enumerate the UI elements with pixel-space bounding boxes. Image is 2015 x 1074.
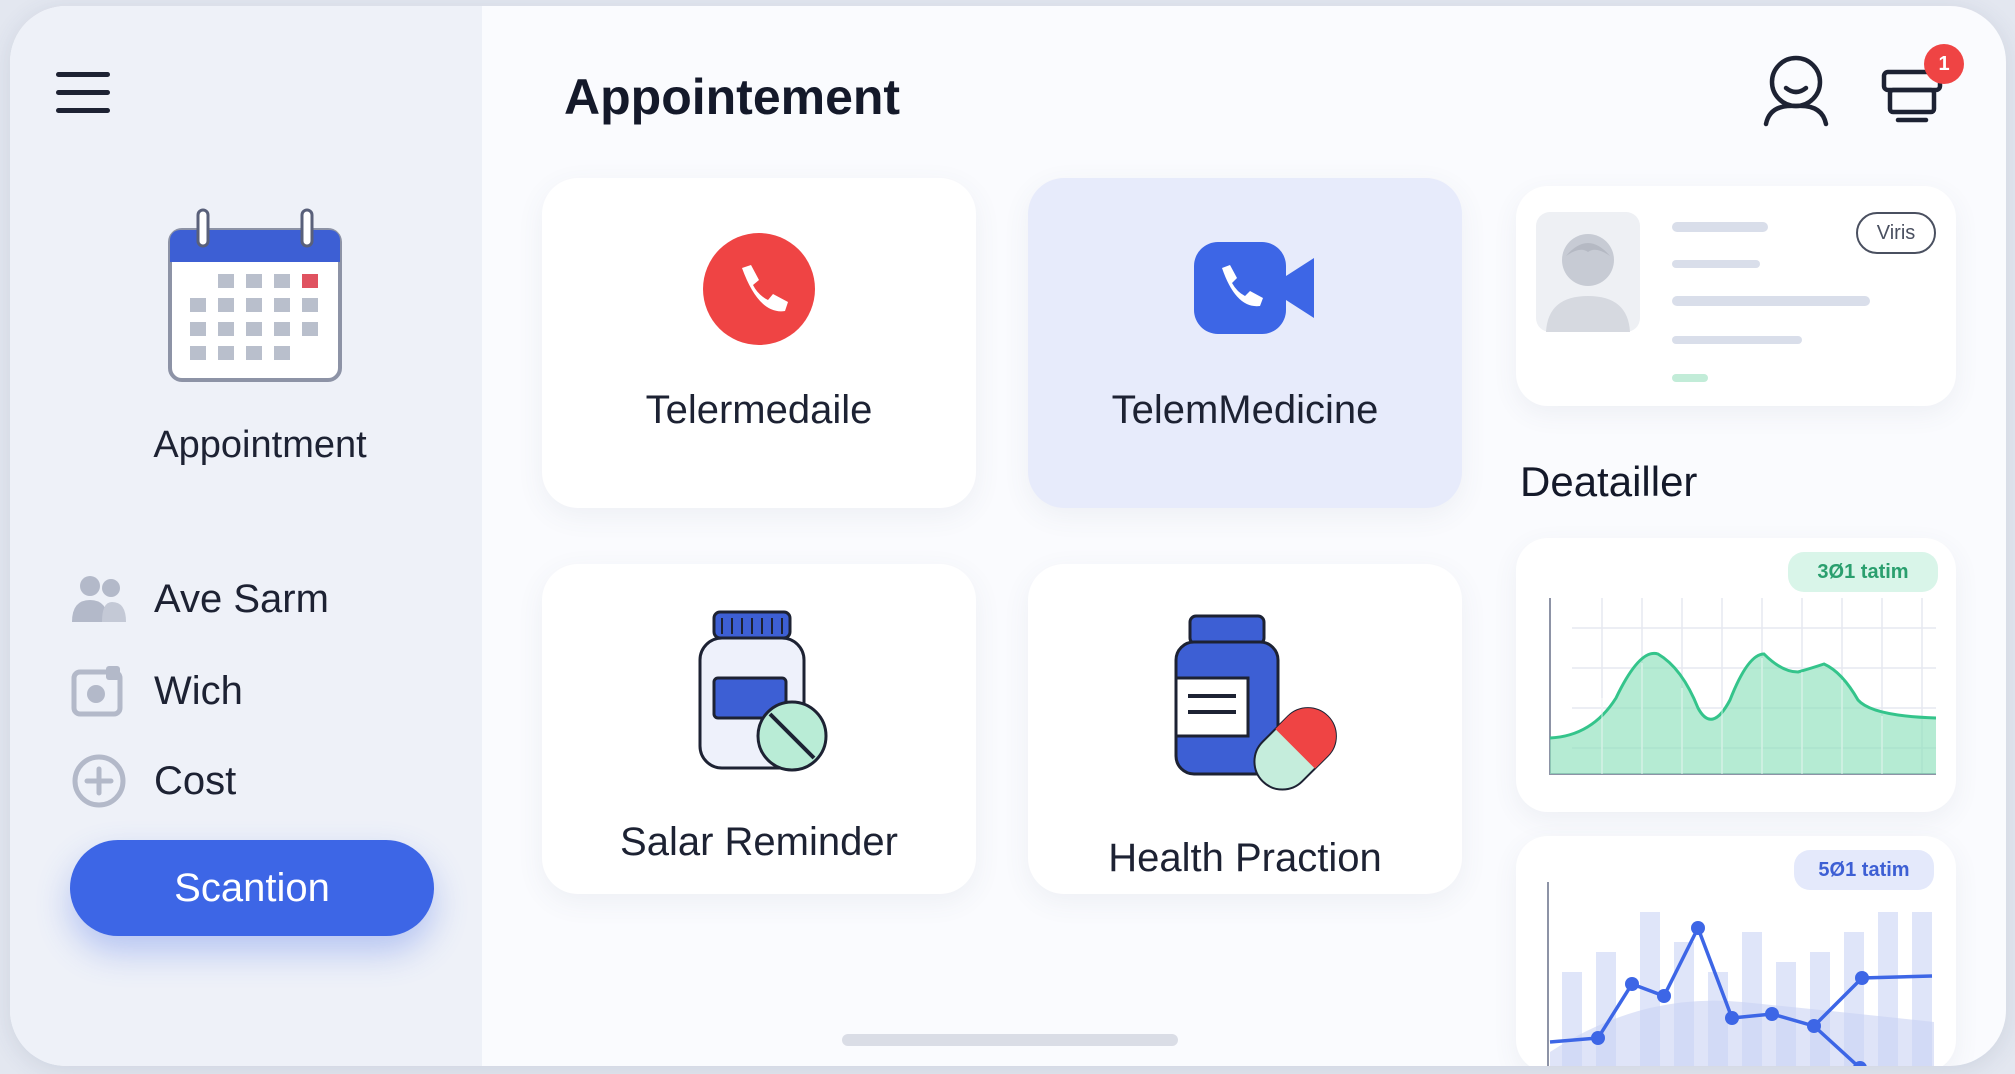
sidebar: Appointment Ave Sarm Wich Cost Scantion (10, 6, 482, 1066)
scantion-button[interactable]: Scantion (70, 840, 434, 936)
sidebar-item-ave-sarm[interactable]: Ave Sarm (70, 570, 329, 628)
sidebar-item-label: Ave Sarm (154, 576, 329, 621)
line-chart-card: 5Ø1 tatim (1516, 836, 1956, 1066)
page-title: Appointement (564, 69, 901, 125)
tile-label: Telermedaile (645, 388, 873, 432)
sidebar-item-cost[interactable]: Cost (70, 752, 236, 810)
tile-label: TelemMedicine (1111, 388, 1379, 432)
status-pill[interactable]: Viris (1856, 212, 1936, 254)
area-chart (1549, 598, 1936, 775)
tile-telermedaile[interactable]: Telermedaile (542, 178, 976, 508)
profile-card[interactable]: Viris (1516, 186, 1956, 406)
area-chart-card: 3Ø1 tatim (1516, 538, 1956, 812)
sidebar-title: Appointment (153, 424, 367, 466)
photo-icon (70, 662, 128, 720)
video-call-icon (1194, 242, 1314, 334)
tile-label: Salar Reminder (620, 820, 898, 864)
people-icon (70, 570, 128, 628)
calendar-icon (168, 208, 342, 382)
avatar (1536, 212, 1640, 332)
medication-icon (1174, 614, 1337, 791)
phone-call-icon (703, 233, 815, 345)
details-title: Deatailler (1520, 458, 1698, 505)
app-window: Appointment Ave Sarm Wich Cost Scantion … (10, 6, 2006, 1066)
name-line (1672, 222, 1768, 232)
detail-line (1672, 296, 1870, 306)
sidebar-item-label: Wich (154, 668, 243, 713)
tile-salar-reminder[interactable]: Salar Reminder (542, 564, 976, 894)
detail-line (1672, 336, 1802, 344)
sidebar-item-wich[interactable]: Wich (70, 662, 243, 720)
tile-telemmedicine[interactable]: TelemMedicine (1028, 178, 1462, 508)
notification-badge: 1 (1924, 44, 1964, 84)
sidebar-item-label: Cost (154, 758, 237, 803)
pill-bottle-icon (698, 610, 828, 772)
user-profile-icon[interactable] (1760, 52, 1832, 128)
tile-health-praction[interactable]: Health Praction (1028, 564, 1462, 894)
status-line (1672, 374, 1708, 382)
line-chart (1547, 882, 1934, 1066)
home-indicator (842, 1034, 1178, 1046)
menu-icon[interactable] (56, 72, 110, 113)
detail-line (1672, 260, 1760, 268)
plus-circle-icon (70, 752, 128, 810)
tile-label: Health Praction (1108, 836, 1382, 880)
